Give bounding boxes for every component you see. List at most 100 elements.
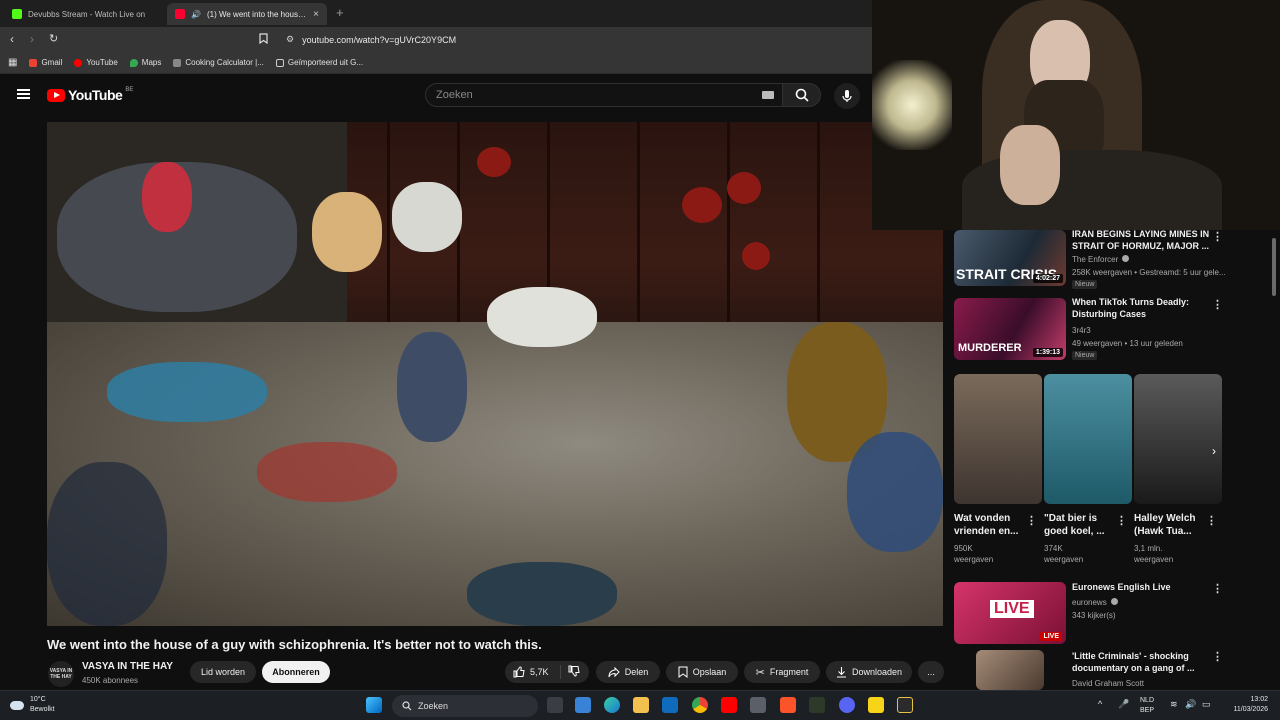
live-thumbnail[interactable]: LIVE LIVE bbox=[954, 582, 1066, 644]
search-input[interactable]: Zoeken bbox=[425, 83, 783, 107]
discord-icon[interactable] bbox=[839, 697, 855, 713]
recommendation-title[interactable]: IRAN BEGINS LAYING MINES IN STRAIT OF HO… bbox=[1072, 228, 1262, 252]
url-bar[interactable]: ⚙ youtube.com/watch?v=gUVrC20Y9CM bbox=[278, 30, 868, 49]
recommendation-channel[interactable]: David Graham Scott bbox=[1072, 678, 1144, 689]
brave-icon[interactable] bbox=[780, 697, 796, 713]
channel-avatar[interactable]: VASYA IN THE HAY bbox=[48, 661, 74, 687]
task-view-icon[interactable] bbox=[547, 697, 563, 713]
short-views: 3,1 mln. weergaven bbox=[1134, 544, 1174, 564]
more-options-icon[interactable]: ⋮ bbox=[1212, 582, 1223, 595]
youtube-logo[interactable]: YouTube BE bbox=[47, 87, 133, 103]
battery-icon[interactable]: ▭ bbox=[1202, 699, 1211, 709]
bookmarks-bar: ▦ Gmail YouTube Maps Cooking Calculator … bbox=[0, 52, 872, 74]
live-channel[interactable]: euronews bbox=[1072, 597, 1118, 608]
bookmark-maps[interactable]: Maps bbox=[129, 58, 161, 67]
norton-icon[interactable] bbox=[868, 697, 884, 713]
taskbar-search[interactable]: Zoeken bbox=[392, 695, 538, 717]
recommendation-thumbnail[interactable] bbox=[976, 650, 1044, 690]
like-button[interactable]: 5,7K bbox=[505, 661, 589, 683]
recommendation-title[interactable]: When TikTok Turns Deadly: Disturbing Cas… bbox=[1072, 296, 1262, 320]
youtube-icon bbox=[74, 58, 83, 67]
recommendation-channel[interactable]: 3r4r3 bbox=[1072, 325, 1091, 336]
edge-icon[interactable] bbox=[604, 697, 620, 713]
short-views: 950K weergaven bbox=[954, 544, 994, 564]
more-options-icon[interactable]: ⋮ bbox=[1212, 298, 1223, 311]
chevron-right-icon[interactable]: › bbox=[1212, 444, 1216, 458]
wifi-icon[interactable]: ≋ bbox=[1170, 699, 1178, 709]
scissors-icon: ✂ bbox=[755, 666, 765, 679]
keyboard-icon[interactable] bbox=[762, 91, 774, 99]
recommendation-thumbnail[interactable]: MURDERER 1:39:13 bbox=[954, 298, 1066, 360]
more-options-icon[interactable]: ⋮ bbox=[1206, 514, 1217, 527]
url-text: youtube.com/watch?v=gUVrC20Y9CM bbox=[302, 34, 457, 45]
recommendation-channel[interactable]: The Enforcer bbox=[1072, 254, 1130, 265]
short-thumbnail[interactable] bbox=[954, 374, 1042, 504]
file-explorer-icon[interactable] bbox=[633, 697, 649, 713]
windows-start-icon[interactable] bbox=[366, 697, 382, 713]
back-icon[interactable]: ‹ bbox=[10, 32, 14, 46]
chrome-icon[interactable] bbox=[692, 697, 708, 713]
tab-label: (1) We went into the house of bbox=[206, 9, 308, 19]
more-options-icon[interactable]: ⋮ bbox=[1026, 514, 1037, 527]
more-options-icon[interactable]: ⋮ bbox=[1212, 650, 1223, 663]
channel-name[interactable]: VASYA IN THE HAY bbox=[82, 661, 173, 672]
new-tab-button[interactable]: + bbox=[336, 5, 344, 20]
volume-icon[interactable]: 🔊 bbox=[1185, 699, 1196, 709]
more-options-icon[interactable]: ⋮ bbox=[1212, 230, 1223, 243]
clock[interactable]: 13:02 11/03/2026 bbox=[1216, 695, 1268, 715]
microphone-icon[interactable]: 🎤 bbox=[1118, 699, 1129, 709]
outlook-icon[interactable] bbox=[662, 697, 678, 713]
save-icon bbox=[678, 666, 688, 678]
calculator-icon[interactable] bbox=[750, 697, 766, 713]
folder-icon bbox=[275, 58, 284, 67]
browser-tab-kick[interactable]: Devubbs Stream - Watch Live on bbox=[4, 3, 164, 25]
thumbs-down-icon[interactable] bbox=[568, 665, 580, 677]
reload-icon[interactable]: ↻ bbox=[49, 32, 58, 45]
subscriber-count: 450K abonnees bbox=[82, 676, 139, 685]
recommendation-thumbnail[interactable]: STRAIT CRISIS 4:02:27 bbox=[954, 230, 1066, 286]
short-title[interactable]: "Dat bier is goed koel, ... bbox=[1044, 512, 1118, 538]
site-info-icon[interactable]: ⚙ bbox=[286, 34, 294, 45]
menu-icon[interactable] bbox=[17, 89, 30, 99]
search-button[interactable] bbox=[783, 83, 821, 107]
bookmark-cooking-calculator[interactable]: Cooking Calculator |... bbox=[173, 58, 264, 67]
bookmark-gmail[interactable]: Gmail bbox=[29, 58, 62, 67]
browser-tab-youtube[interactable]: 🔊 (1) We went into the house of × bbox=[167, 3, 327, 25]
bookmark-youtube[interactable]: YouTube bbox=[74, 58, 118, 67]
clip-button[interactable]: ✂ Fragment bbox=[744, 661, 820, 683]
more-options-icon[interactable]: ⋮ bbox=[1116, 514, 1127, 527]
close-tab-icon[interactable]: × bbox=[313, 9, 319, 20]
recommendation-title[interactable]: 'Little Criminals' - shocking documentar… bbox=[1072, 650, 1262, 674]
language-indicator[interactable]: NLD BEP bbox=[1140, 696, 1154, 716]
short-title[interactable]: Halley Welch (Hawk Tua... bbox=[1134, 512, 1208, 538]
browser-tab-bar: Devubbs Stream - Watch Live on 🔊 (1) We … bbox=[0, 0, 872, 27]
weather-widget[interactable]: 10°C Bewolkt bbox=[10, 695, 55, 715]
live-title[interactable]: Euronews English Live bbox=[1072, 581, 1262, 593]
more-actions-button[interactable]: ... bbox=[918, 661, 944, 683]
chevron-up-icon[interactable]: ^ bbox=[1098, 699, 1102, 709]
voice-search-button[interactable] bbox=[834, 83, 860, 109]
search-icon bbox=[795, 88, 809, 102]
bookmark-icon[interactable] bbox=[259, 33, 268, 47]
download-button[interactable]: Downloaden bbox=[826, 661, 912, 683]
forward-icon[interactable]: › bbox=[30, 32, 34, 46]
scrollbar-thumb[interactable] bbox=[1272, 238, 1276, 296]
new-badge: Nieuw bbox=[1072, 351, 1098, 360]
apps-grid-icon[interactable]: ▦ bbox=[8, 57, 17, 68]
app-icon[interactable] bbox=[897, 697, 913, 713]
save-button[interactable]: Opslaan bbox=[666, 661, 738, 683]
video-player[interactable] bbox=[47, 122, 943, 626]
join-button[interactable]: Lid worden bbox=[190, 661, 256, 683]
youtube-app-icon[interactable] bbox=[721, 697, 737, 713]
subscribe-button[interactable]: Abonneren bbox=[262, 661, 330, 683]
bookmark-imported-folder[interactable]: Geïmporteerd uit G... bbox=[275, 58, 363, 67]
short-title[interactable]: Wat vonden vrienden en... bbox=[954, 512, 1028, 538]
kick-app-icon[interactable] bbox=[809, 697, 825, 713]
short-thumbnail[interactable] bbox=[1134, 374, 1222, 504]
store-icon[interactable] bbox=[575, 697, 591, 713]
short-thumbnail[interactable] bbox=[1044, 374, 1132, 504]
audio-playing-icon[interactable]: 🔊 bbox=[191, 10, 201, 19]
sidebar-scrollbar[interactable] bbox=[1270, 230, 1278, 690]
webcam-overlay bbox=[872, 0, 1280, 230]
share-button[interactable]: Delen bbox=[596, 661, 660, 683]
